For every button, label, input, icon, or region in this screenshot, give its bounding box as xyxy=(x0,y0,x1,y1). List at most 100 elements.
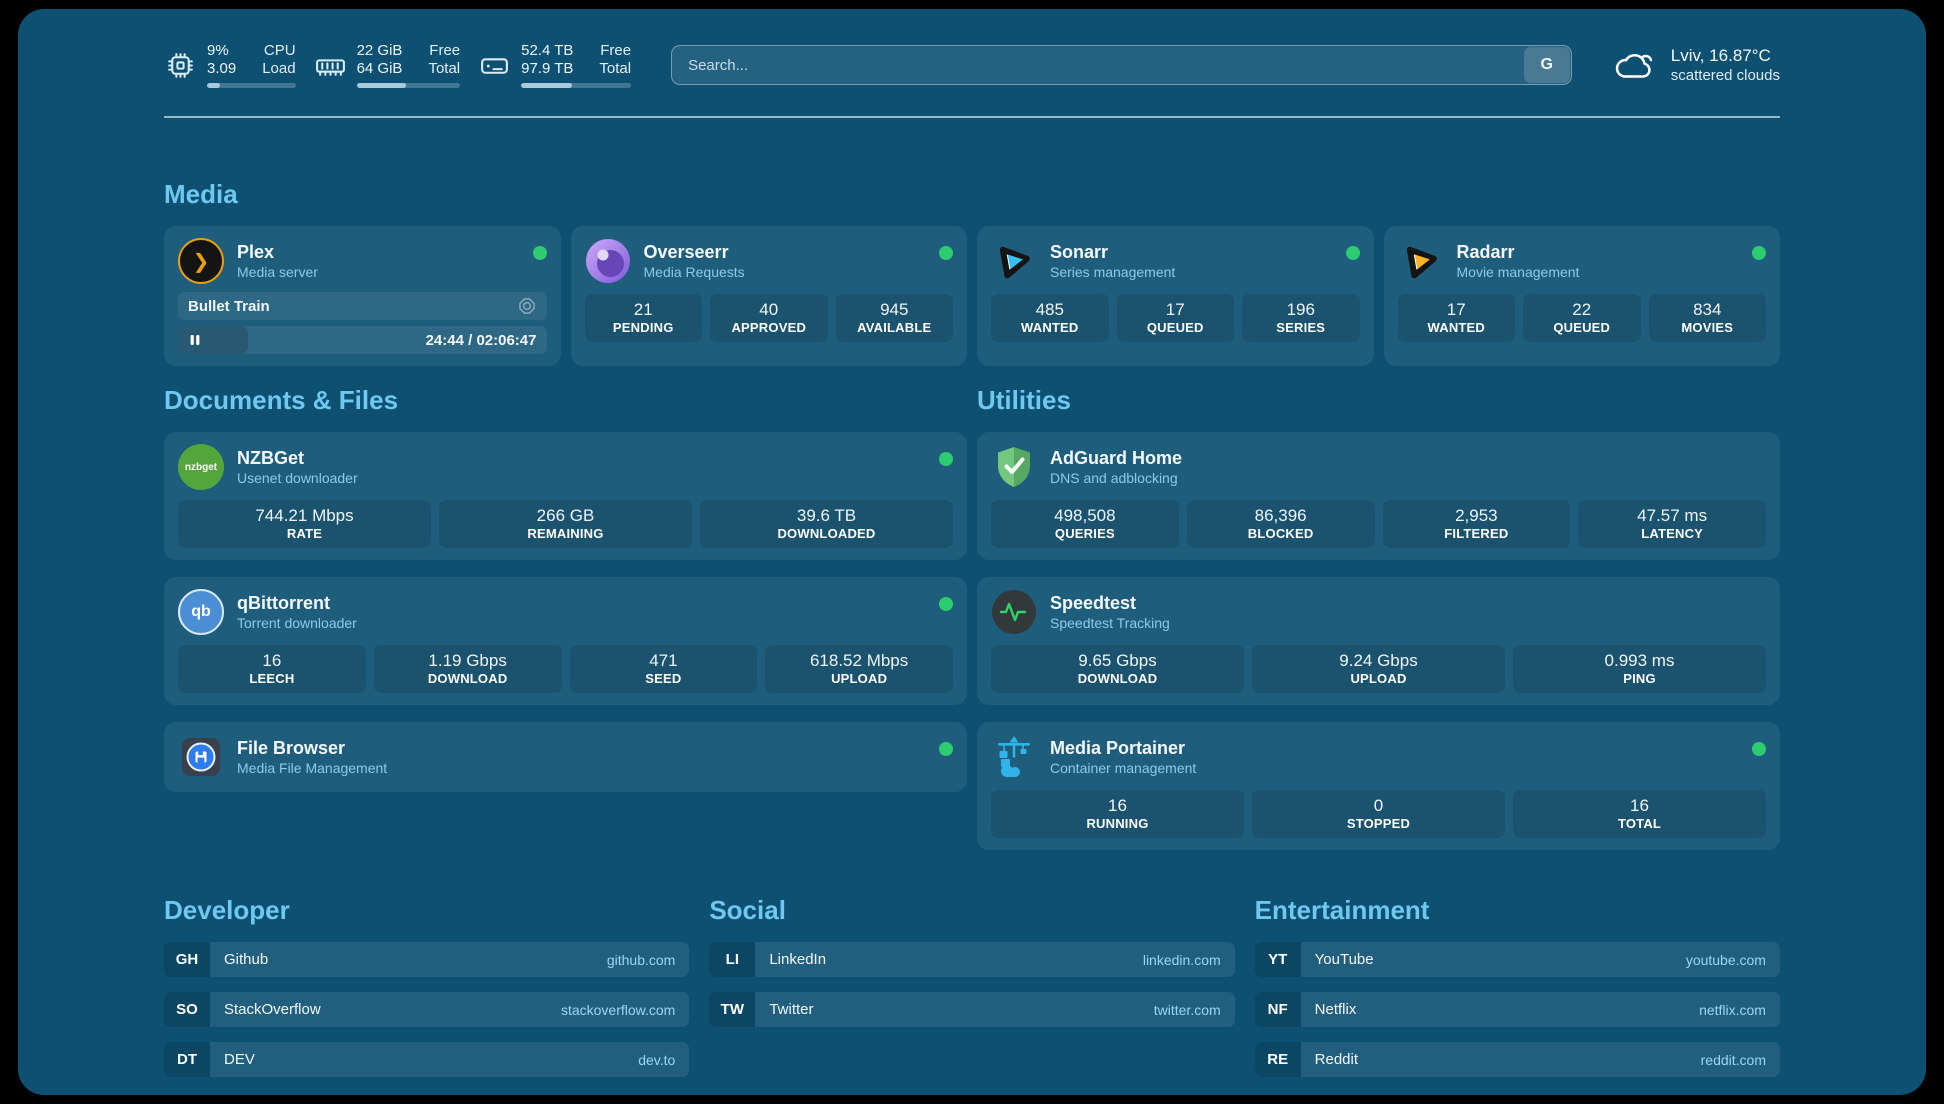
storage-stat: 52.4 TB Free 97.9 TB Total xyxy=(478,42,631,88)
radarr-subtitle: Movie management xyxy=(1457,263,1580,281)
qbittorrent-stat-download: 1.19 GbpsDOWNLOAD xyxy=(374,645,562,693)
dev-badge: DT xyxy=(164,1042,210,1077)
nzbget-icon: nzbget xyxy=(178,444,224,490)
disk-free-label: Free xyxy=(599,42,631,60)
speedtest-icon xyxy=(991,589,1037,635)
portainer-status-dot xyxy=(1752,742,1766,756)
qbittorrent-stat-seed: 471SEED xyxy=(570,645,758,693)
radarr-status-dot xyxy=(1752,246,1766,260)
ram-free-label: Free xyxy=(428,42,460,60)
developer-section-title: Developer xyxy=(164,894,689,926)
youtube-badge: YT xyxy=(1255,942,1301,977)
disk-meter xyxy=(521,83,631,88)
speedtest-card[interactable]: Speedtest Speedtest Tracking 9.65 GbpsDO… xyxy=(977,577,1780,705)
nzbget-title: NZBGet xyxy=(237,447,358,469)
playback-progress-bar[interactable]: 24:44 / 02:06:47 xyxy=(178,326,547,354)
social-section-title: Social xyxy=(709,894,1234,926)
reddit-badge: RE xyxy=(1255,1042,1301,1077)
weather-widget[interactable]: Lviv, 16.87°C scattered clouds xyxy=(1612,45,1780,85)
nzbget-subtitle: Usenet downloader xyxy=(237,469,358,487)
disk-free-value: 52.4 TB xyxy=(521,42,573,60)
sonarr-stat-series: 196SERIES xyxy=(1242,294,1360,342)
ram-icon xyxy=(314,49,347,82)
nzbget-card[interactable]: nzbget NZBGet Usenet downloader 744.21 M… xyxy=(164,432,967,560)
link-github[interactable]: GH Github github.com xyxy=(164,942,689,977)
overseerr-stat-pending: 21PENDING xyxy=(585,294,703,342)
disk-total-label: Total xyxy=(599,60,631,78)
weather-condition: scattered clouds xyxy=(1671,66,1780,85)
plex-card[interactable]: ❯ Plex Media server Bullet Train xyxy=(164,226,561,366)
section-social: Social LI LinkedIn linkedin.com TW Twitt… xyxy=(709,894,1234,1077)
qbittorrent-icon: qb xyxy=(178,589,224,635)
radarr-card[interactable]: Radarr Movie management 17WANTED 22QUEUE… xyxy=(1384,226,1781,366)
portainer-card[interactable]: Media Portainer Container management 16R… xyxy=(977,722,1780,850)
overseerr-card[interactable]: Overseerr Media Requests 21PENDING 40APP… xyxy=(571,226,968,366)
speedtest-subtitle: Speedtest Tracking xyxy=(1050,614,1170,632)
now-playing-settings-icon[interactable] xyxy=(517,296,537,316)
filebrowser-title: File Browser xyxy=(237,737,387,759)
portainer-stat-total: 16TOTAL xyxy=(1513,790,1766,838)
speedtest-stat-ping: 0.993 msPING xyxy=(1513,645,1766,693)
qbittorrent-title: qBittorrent xyxy=(237,592,357,614)
overseerr-subtitle: Media Requests xyxy=(644,263,745,281)
now-playing-title: Bullet Train xyxy=(188,298,270,315)
media-section-title: Media xyxy=(164,178,1780,210)
plex-title: Plex xyxy=(237,241,318,263)
plex-subtitle: Media server xyxy=(237,263,318,281)
radarr-title: Radarr xyxy=(1457,241,1580,263)
nzbget-stat-remaining: 266 GBREMAINING xyxy=(439,500,692,548)
overseerr-icon xyxy=(585,238,631,284)
link-linkedin[interactable]: LI LinkedIn linkedin.com xyxy=(709,942,1234,977)
search-input[interactable] xyxy=(672,46,1523,84)
overseerr-stat-approved: 40APPROVED xyxy=(710,294,828,342)
sonarr-status-dot xyxy=(1346,246,1360,260)
portainer-title: Media Portainer xyxy=(1050,737,1196,759)
adguard-subtitle: DNS and adblocking xyxy=(1050,469,1182,487)
github-badge: GH xyxy=(164,942,210,977)
cpu-meter xyxy=(207,83,296,88)
weather-location-temp: Lviv, 16.87°C xyxy=(1671,45,1780,66)
ram-meter xyxy=(357,83,461,88)
adguard-card[interactable]: AdGuard Home DNS and adblocking 498,508Q… xyxy=(977,432,1780,560)
top-bar: 9% CPU 3.09 Load 22 xyxy=(164,9,1780,88)
plex-icon: ❯ xyxy=(178,238,224,284)
qbittorrent-stat-leech: 16LEECH xyxy=(178,645,366,693)
filebrowser-status-dot xyxy=(939,742,953,756)
playback-time: 24:44 / 02:06:47 xyxy=(426,332,537,349)
filebrowser-card[interactable]: File Browser Media File Management xyxy=(164,722,967,792)
adguard-stat-blocked: 86,396BLOCKED xyxy=(1187,500,1375,548)
ram-free-value: 22 GiB xyxy=(357,42,403,60)
nzbget-stat-downloaded: 39.6 TBDOWNLOADED xyxy=(700,500,953,548)
header-divider xyxy=(164,116,1780,118)
portainer-stat-running: 16RUNNING xyxy=(991,790,1244,838)
pause-icon[interactable] xyxy=(188,333,202,347)
ram-total-value: 64 GiB xyxy=(357,60,403,78)
speedtest-title: Speedtest xyxy=(1050,592,1170,614)
radarr-stat-wanted: 17WANTED xyxy=(1398,294,1516,342)
link-netflix[interactable]: NF Netflix netflix.com xyxy=(1255,992,1780,1027)
qbittorrent-stat-upload: 618.52 MbpsUPLOAD xyxy=(765,645,953,693)
qbittorrent-card[interactable]: qb qBittorrent Torrent downloader 16LEEC… xyxy=(164,577,967,705)
search-engine-button[interactable]: G xyxy=(1524,47,1570,83)
utilities-section-title: Utilities xyxy=(977,384,1780,416)
sonarr-title: Sonarr xyxy=(1050,241,1175,263)
nzbget-stat-rate: 744.21 MbpsRATE xyxy=(178,500,431,548)
now-playing-row: Bullet Train xyxy=(178,292,547,320)
plex-status-dot xyxy=(533,246,547,260)
sonarr-stat-queued: 17QUEUED xyxy=(1117,294,1235,342)
cpu-load-label: Load xyxy=(262,60,295,78)
ram-total-label: Total xyxy=(428,60,460,78)
cpu-stat: 9% CPU 3.09 Load xyxy=(164,42,296,88)
search-bar: G xyxy=(671,45,1572,85)
link-dev[interactable]: DT DEV dev.to xyxy=(164,1042,689,1077)
link-youtube[interactable]: YT YouTube youtube.com xyxy=(1255,942,1780,977)
overseerr-status-dot xyxy=(939,246,953,260)
link-twitter[interactable]: TW Twitter twitter.com xyxy=(709,992,1234,1027)
cloud-icon xyxy=(1612,45,1658,85)
link-reddit[interactable]: RE Reddit reddit.com xyxy=(1255,1042,1780,1077)
sonarr-card[interactable]: Sonarr Series management 485WANTED 17QUE… xyxy=(977,226,1374,366)
cpu-usage-value: 9% xyxy=(207,42,236,60)
link-stackoverflow[interactable]: SO StackOverflow stackoverflow.com xyxy=(164,992,689,1027)
stackoverflow-badge: SO xyxy=(164,992,210,1027)
adguard-stat-latency: 47.57 msLATENCY xyxy=(1578,500,1766,548)
